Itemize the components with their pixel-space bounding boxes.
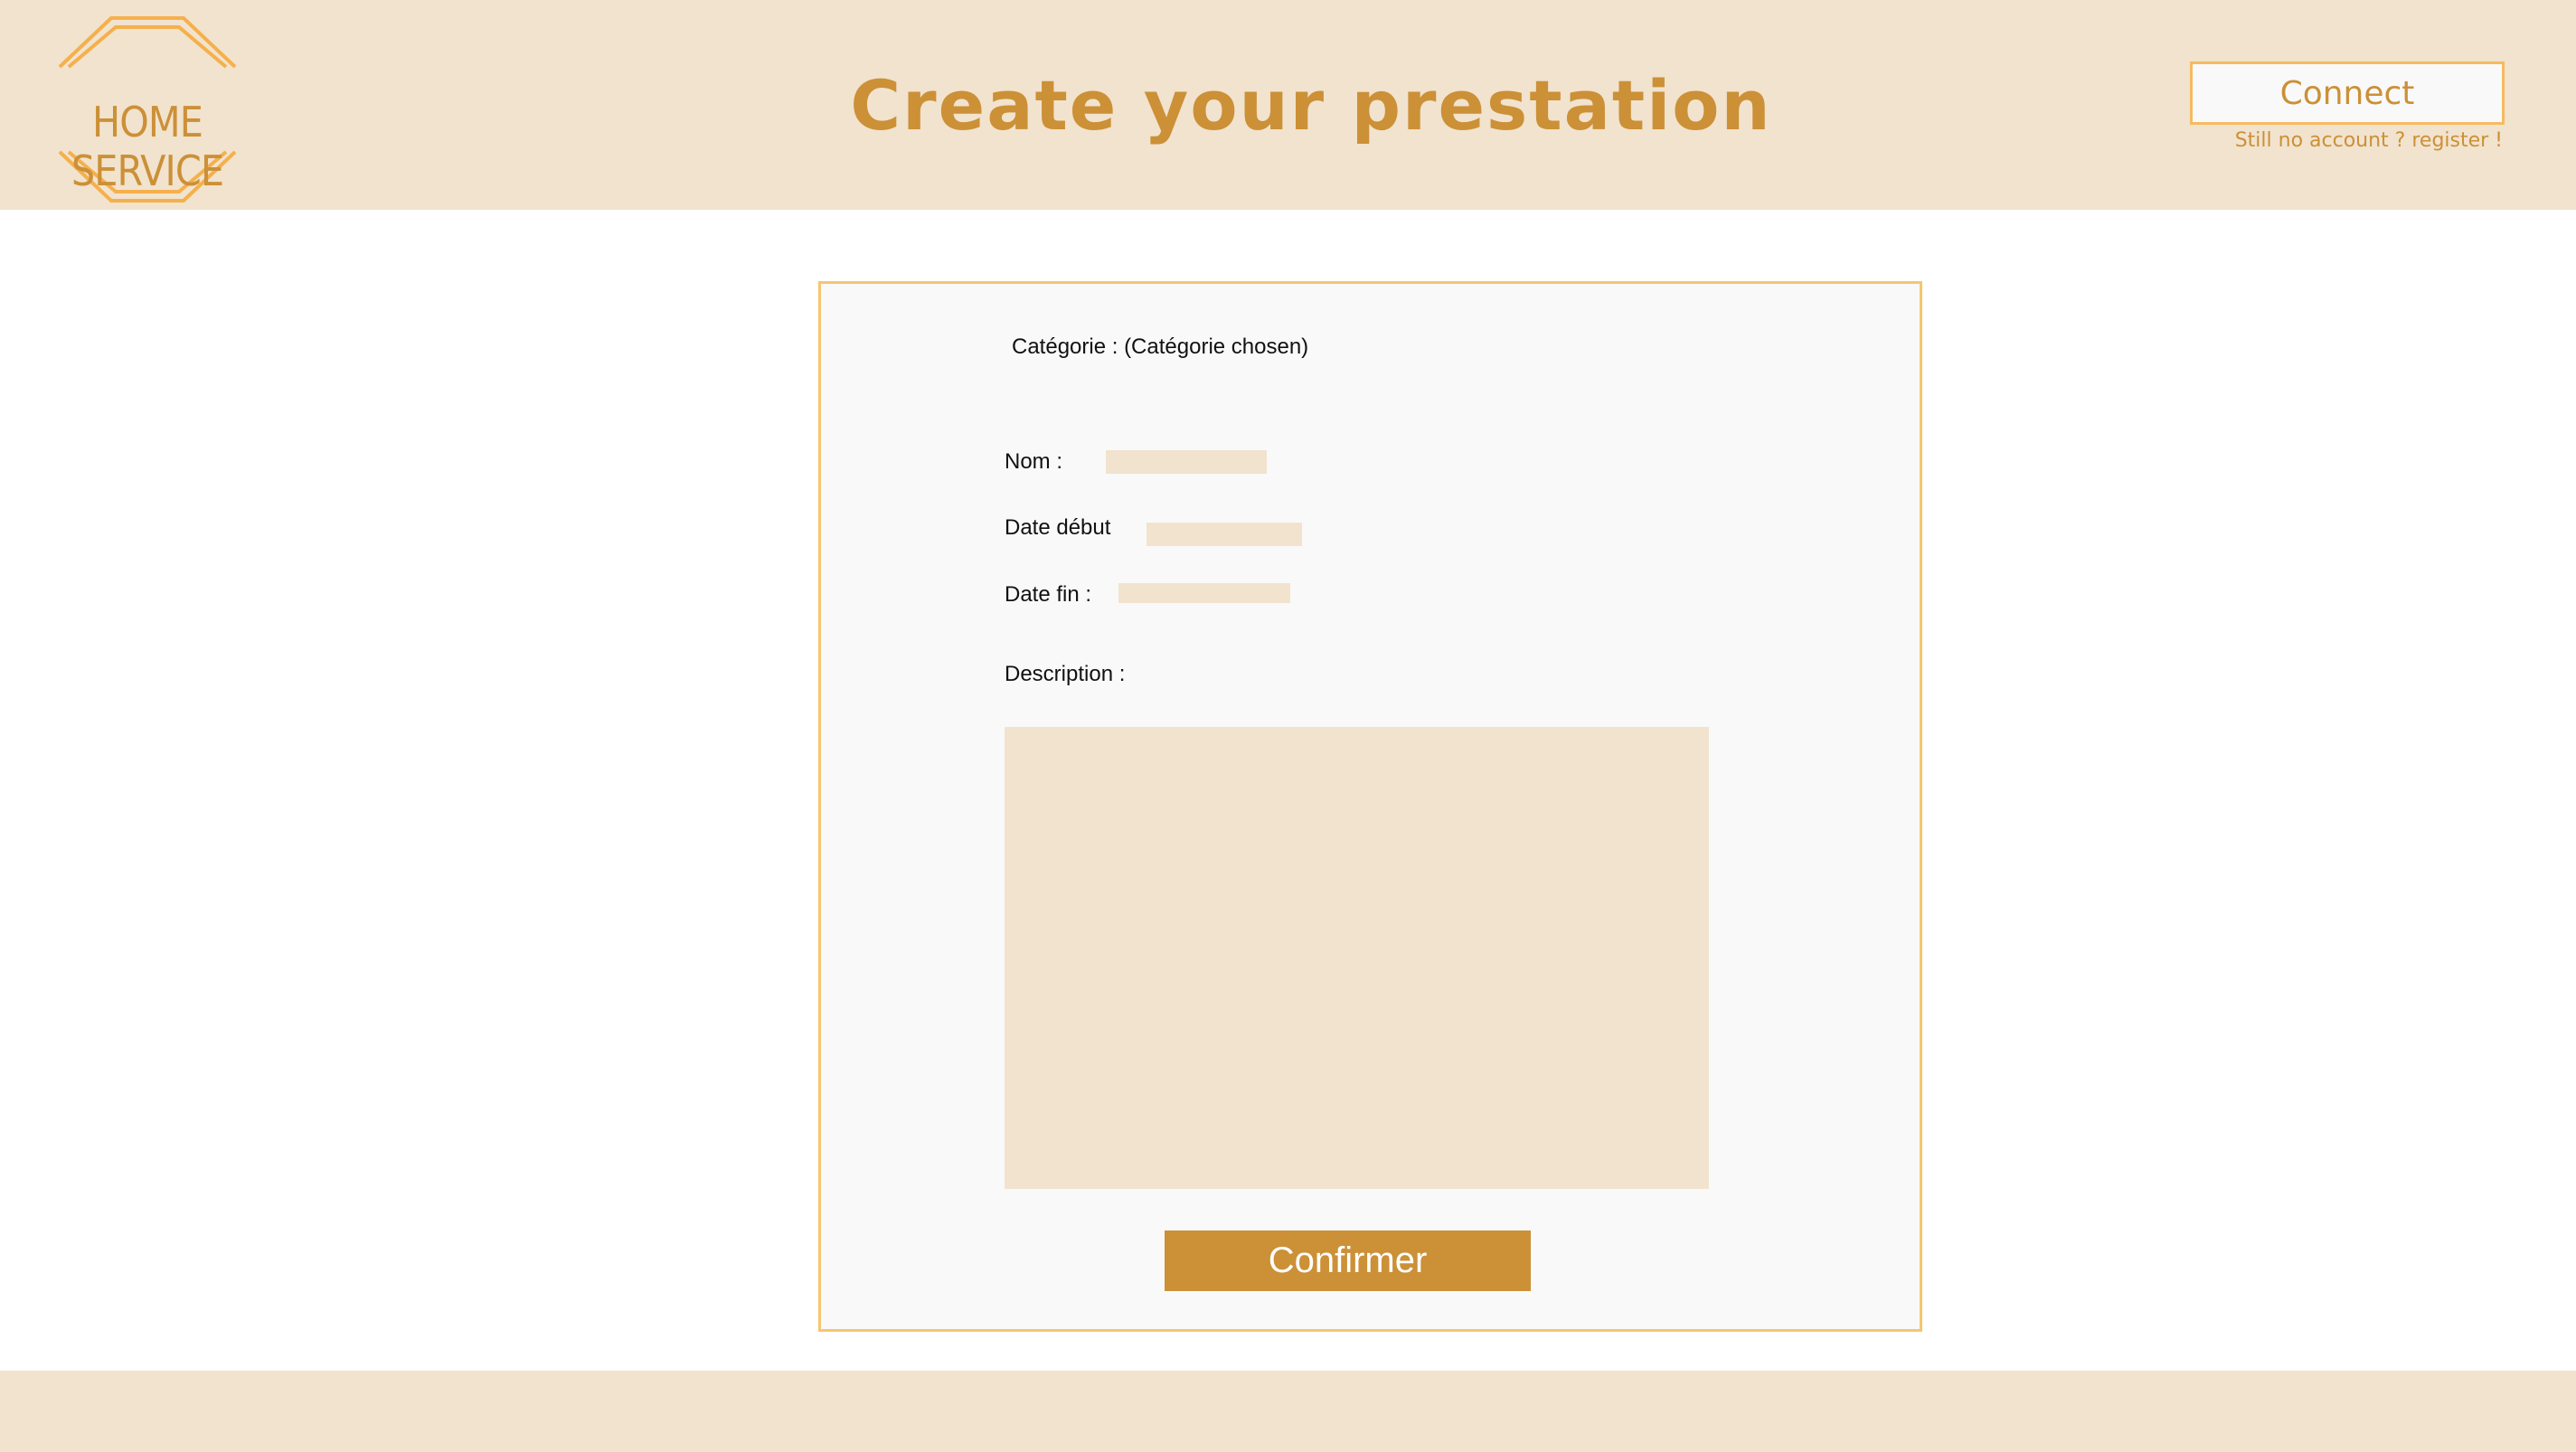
confirm-button[interactable]: Confirmer — [1165, 1230, 1531, 1291]
register-link[interactable]: Still no account ? register ! — [2206, 129, 2503, 152]
header: HOME SERVICE Create your prestation Conn… — [0, 0, 2576, 210]
date-debut-input[interactable] — [1146, 523, 1302, 546]
date-debut-label: Date début — [1005, 515, 1111, 540]
nom-input[interactable] — [1106, 450, 1267, 474]
connect-button[interactable]: Connect — [2190, 61, 2505, 125]
logo[interactable]: HOME SERVICE — [25, 14, 269, 208]
date-fin-label: Date fin : — [1005, 582, 1092, 607]
logo-text: HOME SERVICE — [71, 98, 224, 195]
category-label: Catégorie : (Catégorie chosen) — [1012, 335, 1309, 359]
description-label: Description : — [1005, 662, 1126, 686]
footer — [0, 1371, 2576, 1452]
page-title: Create your prestation — [850, 65, 1772, 146]
description-textarea[interactable] — [1005, 727, 1709, 1189]
date-fin-input[interactable] — [1118, 583, 1290, 603]
prestation-form: Catégorie : (Catégorie chosen) Nom : Dat… — [818, 281, 1922, 1332]
nom-label: Nom : — [1005, 449, 1063, 474]
